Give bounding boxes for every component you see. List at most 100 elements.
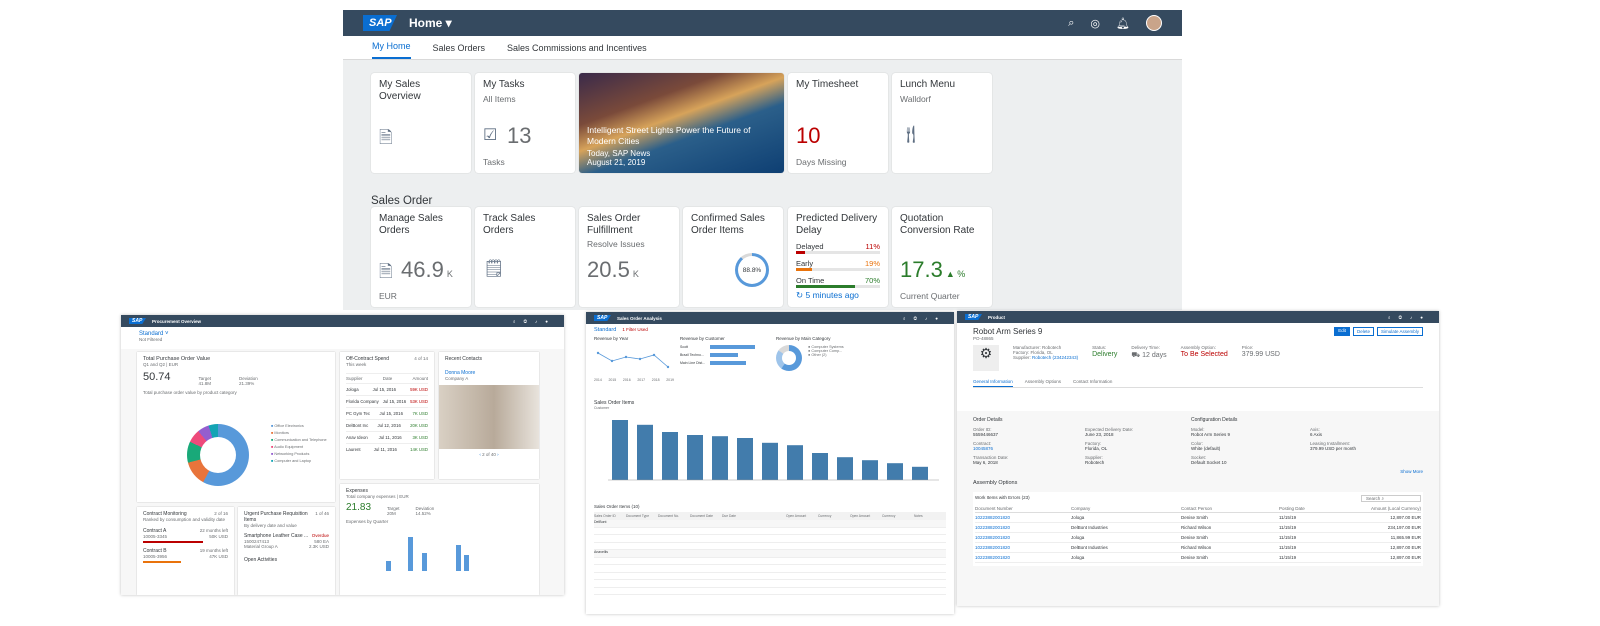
expense-bar [464, 555, 469, 571]
tab-assembly-options[interactable]: Assembly Options [1025, 379, 1061, 387]
line-point [596, 351, 600, 355]
shell-bar: SAP Procurement Overview ⌕◎♪● [121, 315, 564, 327]
card-expenses[interactable]: Expenses Total company expenses | EUR 21… [340, 484, 539, 595]
document-link[interactable]: 10223882001820 [975, 525, 1071, 530]
table-row[interactable] [594, 573, 946, 580]
card-contract-monitoring[interactable]: Contract Monitoring 2 of 16 Ranked by con… [137, 507, 234, 595]
tile-manage-sales-orders[interactable]: Manage Sales Orders 🗎 46.9 K EUR [371, 207, 471, 307]
sales-item-bar [812, 453, 828, 480]
table-row[interactable] [594, 535, 946, 543]
search-icon[interactable]: ⌕ [1068, 17, 1074, 30]
field-value: 6 Axis [1310, 432, 1323, 437]
search-input[interactable]: Search ⌕ [1361, 495, 1421, 502]
ring-chart: 88.8% [735, 253, 769, 287]
delay-bars: Delayed 11% Early 19% On Time 70% [796, 242, 880, 288]
table-row[interactable] [594, 558, 946, 565]
table-row[interactable]: Anav Ideon Jul 11, 2016 3K USD [346, 431, 428, 443]
line-point [666, 365, 670, 369]
revenue-line-chart [596, 351, 670, 369]
delay-label: On Time [796, 276, 825, 285]
document-list-icon: 🗒 [483, 259, 505, 278]
document-link[interactable]: 10223882001820 [975, 555, 1071, 560]
tab-contact-information[interactable]: Contact Information [1073, 379, 1112, 387]
sales-item-bar [737, 438, 753, 480]
avatar[interactable] [1146, 15, 1162, 31]
form-field: Contract: 10045876 [973, 441, 1079, 451]
column-header: Currency [882, 514, 896, 518]
table-row[interactable]: 10223882001820 Jologa Denise Smith 11/15/19… [975, 553, 1421, 563]
tile-my-tasks[interactable]: My Tasks All Items ☑ 13 Tasks [475, 73, 575, 173]
table-row[interactable]: DelBont Inc Jul 12, 2016 20K USD [346, 419, 428, 431]
shell-actions[interactable]: ⌕◎♪● [1388, 315, 1431, 320]
document-link[interactable]: 10223882001820 [975, 515, 1071, 520]
tile-quotation-conversion[interactable]: Quotation Conversion Rate 17.3 ▲ % Curren… [892, 207, 992, 307]
show-more-link[interactable]: Show More [973, 469, 1423, 474]
shell-actions[interactable]: ⌕◎♪● [513, 319, 556, 324]
tile-my-sales-overview[interactable]: My Sales Overview 🗎 [371, 73, 471, 173]
document-link[interactable]: 10223882001820 [975, 535, 1071, 540]
tile-track-sales-orders[interactable]: Track Sales Orders 🗒 [475, 207, 575, 307]
variant-select[interactable]: Standard [594, 327, 616, 333]
table-row[interactable]: 10223882001820 DelBont Industries Richard … [975, 523, 1421, 533]
sales-item-bar [912, 466, 928, 480]
card-off-contract-spend[interactable]: Off-Contract Spend 4 of 14 This week Supp… [340, 352, 434, 479]
delay-row: On Time 70% [796, 276, 880, 288]
table-row[interactable]: Laurent Jul 11, 2016 14K USD [346, 443, 428, 455]
tile-predicted-delivery-delay[interactable]: Predicted Delivery Delay Delayed 11% Early… [788, 207, 888, 307]
table-row[interactable]: Florida Company Jul 15, 2016 53K USD [346, 395, 428, 407]
table-row[interactable] [594, 588, 946, 595]
column-header: Posting Date [1279, 506, 1305, 511]
shell-bar: SAP Sales Order Analysis ⌕◎♪● [586, 312, 954, 324]
tile-confirmed-sales-order-items[interactable]: Confirmed Sales Order Items 88.8% [683, 207, 783, 307]
prev-icon[interactable]: ‹ [479, 452, 481, 457]
tile-sales-order-fulfillment[interactable]: Sales Order Fulfillment Resolve Issues 2… [579, 207, 679, 307]
next-icon[interactable]: › [497, 452, 499, 457]
delay-bar-fill [796, 285, 855, 288]
tab-sales-commissions[interactable]: Sales Commissions and Incentives [507, 43, 647, 59]
table-row[interactable] [594, 580, 946, 588]
table-row[interactable] [594, 528, 946, 535]
home-menu[interactable]: Home ▾ [409, 16, 452, 30]
card-urgent-requisitions[interactable]: Urgent Purchase Requisition Items 1 of 46… [238, 507, 335, 595]
card-recent-contacts[interactable]: Recent Contacts Donna Moore Company A ‹ … [439, 352, 539, 479]
tile-my-timesheet[interactable]: My Timesheet 10 Days Missing [788, 73, 888, 173]
card-purchase-order-value[interactable]: Total Purchase Order Value Q1 and Q2 | E… [137, 352, 335, 502]
edit-button[interactable]: Edit [1334, 327, 1350, 336]
tab-my-home[interactable]: My Home [372, 41, 411, 59]
tile-news[interactable]: Intelligent Street Lights Power the Futu… [579, 73, 784, 173]
tab-general-information[interactable]: General Information [973, 379, 1013, 387]
sap-logo: SAP [363, 15, 397, 31]
category-legend-item: ● Other (2) [808, 353, 827, 357]
table-row[interactable]: Anavellis [594, 550, 946, 558]
notification-icon[interactable]: 🔔︎ [1116, 17, 1130, 30]
chart-legend: ■ Office Electronics ■ Monitors ■ Communic… [271, 424, 327, 466]
table-row[interactable] [594, 565, 946, 573]
field-value: 10045876 [973, 446, 994, 451]
customer-bar [710, 361, 746, 365]
app-title[interactable]: Product [988, 315, 1005, 320]
table-row[interactable]: 10223882001820 Jologa Denise Smith 11/15/19… [975, 513, 1421, 523]
form-field: Leasing Installment: 379.99 USD per month [1310, 441, 1423, 451]
table-row[interactable]: Jologa Jul 15, 2016 59K USD [346, 383, 428, 395]
table-row[interactable] [594, 543, 946, 550]
customer-label: Scott [680, 345, 688, 349]
table-row[interactable]: PC Gym Tec Jul 15, 2016 7K USD [346, 407, 428, 419]
sales-items-bar-chart [608, 420, 939, 481]
table-row[interactable]: 10223882001820 Jologa Denise Smith 11/15/19… [975, 533, 1421, 543]
progress-bar [143, 541, 203, 543]
delete-button[interactable]: Delete [1352, 327, 1374, 336]
column-header: Open Amount [786, 514, 807, 518]
app-title[interactable]: Procurement Overview [152, 319, 201, 324]
document-link[interactable]: 10223882001820 [975, 545, 1071, 550]
shell-actions[interactable]: ⌕◎♪● [903, 316, 946, 321]
app-title[interactable]: Sales Order Analysis [617, 316, 662, 321]
column-header: Due Date [722, 514, 736, 518]
table-row[interactable]: 10223882001820 DelBont Industries Richard … [975, 543, 1421, 553]
sales-item-bar [612, 420, 628, 480]
tile-lunch-menu[interactable]: Lunch Menu Walldorf 🍴︎ [892, 73, 992, 173]
copilot-icon[interactable]: ◎ [1090, 17, 1100, 30]
legend-item: ■ Communication and Telephone [271, 438, 327, 442]
simulate-assembly-button[interactable]: Simulate Assembly [1376, 327, 1423, 336]
table-row[interactable]: DelBont [594, 520, 946, 528]
tab-sales-orders[interactable]: Sales Orders [433, 43, 486, 59]
